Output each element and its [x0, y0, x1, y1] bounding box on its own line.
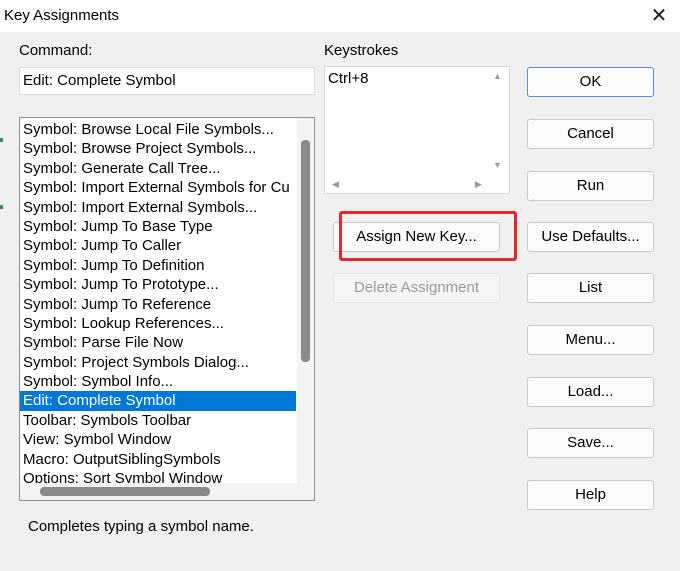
- vertical-scroll-thumb[interactable]: [301, 140, 310, 362]
- scroll-down-arrow-icon[interactable]: ▼: [493, 160, 502, 170]
- keystrokes-label: Keystrokes: [324, 42, 399, 59]
- highlight-box: [339, 211, 517, 261]
- keystroke-item[interactable]: Ctrl+8: [328, 70, 368, 87]
- keystrokes-list[interactable]: Ctrl+8 ▲ ▼ ◀ ▶: [324, 66, 510, 194]
- list-button[interactable]: List: [527, 273, 654, 303]
- save-button[interactable]: Save...: [527, 428, 654, 458]
- commands-list-horizontal-scrollbar[interactable]: [20, 483, 314, 500]
- command-label: Command:: [19, 42, 93, 59]
- list-item[interactable]: Symbol: Jump To Caller: [20, 236, 296, 255]
- list-item[interactable]: Macro: OutputSiblingSymbols: [20, 450, 296, 469]
- scroll-up-arrow-icon[interactable]: ▲: [493, 71, 502, 81]
- list-item[interactable]: Symbol: Browse Project Symbols...: [20, 139, 296, 158]
- title-bar: Key Assignments ✕: [0, 0, 680, 32]
- close-icon[interactable]: ✕: [646, 4, 672, 28]
- run-button[interactable]: Run: [527, 171, 654, 201]
- list-item[interactable]: Symbol: Jump To Prototype...: [20, 275, 296, 294]
- list-item[interactable]: Symbol: Browse Local File Symbols...: [20, 120, 296, 139]
- horizontal-scroll-thumb[interactable]: [40, 487, 210, 496]
- window-title: Key Assignments: [4, 7, 120, 24]
- list-item[interactable]: Symbol: Generate Call Tree...: [20, 159, 296, 178]
- commands-list[interactable]: Symbol: Browse Local File Symbols... Symb…: [19, 117, 315, 501]
- background-edge-mark: [0, 205, 3, 209]
- command-field[interactable]: Edit: Complete Symbol: [19, 67, 315, 95]
- status-text: Completes typing a symbol name.: [28, 518, 254, 535]
- list-item[interactable]: Symbol: Parse File Now: [20, 333, 296, 352]
- list-item[interactable]: Symbol: Import External Symbols...: [20, 198, 296, 217]
- load-button[interactable]: Load...: [527, 377, 654, 407]
- list-item[interactable]: Symbol: Jump To Definition: [20, 256, 296, 275]
- list-item[interactable]: Symbol: Jump To Base Type: [20, 217, 296, 236]
- command-field-value: Edit: Complete Symbol: [23, 72, 176, 89]
- list-item[interactable]: Symbol: Project Symbols Dialog...: [20, 353, 296, 372]
- scroll-left-arrow-icon[interactable]: ◀: [332, 179, 339, 190]
- commands-list-items: Symbol: Browse Local File Symbols... Symb…: [20, 120, 296, 488]
- list-item[interactable]: Symbol: Lookup References...: [20, 314, 296, 333]
- list-item[interactable]: Edit: Complete Symbol: [20, 391, 296, 411]
- list-item[interactable]: Symbol: Import External Symbols for Cu: [20, 178, 296, 197]
- list-item[interactable]: Toolbar: Symbols Toolbar: [20, 411, 296, 430]
- list-item[interactable]: Symbol: Jump To Reference: [20, 295, 296, 314]
- cancel-button[interactable]: Cancel: [527, 119, 654, 149]
- background-edge-mark: [0, 138, 3, 142]
- menu-button[interactable]: Menu...: [527, 325, 654, 355]
- ok-button[interactable]: OK: [527, 67, 654, 97]
- delete-assignment-button[interactable]: Delete Assignment: [333, 273, 500, 303]
- help-button[interactable]: Help: [527, 480, 654, 510]
- scroll-right-arrow-icon[interactable]: ▶: [475, 179, 482, 190]
- list-item[interactable]: View: Symbol Window: [20, 430, 296, 449]
- commands-list-vertical-scrollbar[interactable]: [297, 118, 314, 484]
- list-item[interactable]: Symbol: Symbol Info...: [20, 372, 296, 391]
- use-defaults-button[interactable]: Use Defaults...: [527, 222, 654, 252]
